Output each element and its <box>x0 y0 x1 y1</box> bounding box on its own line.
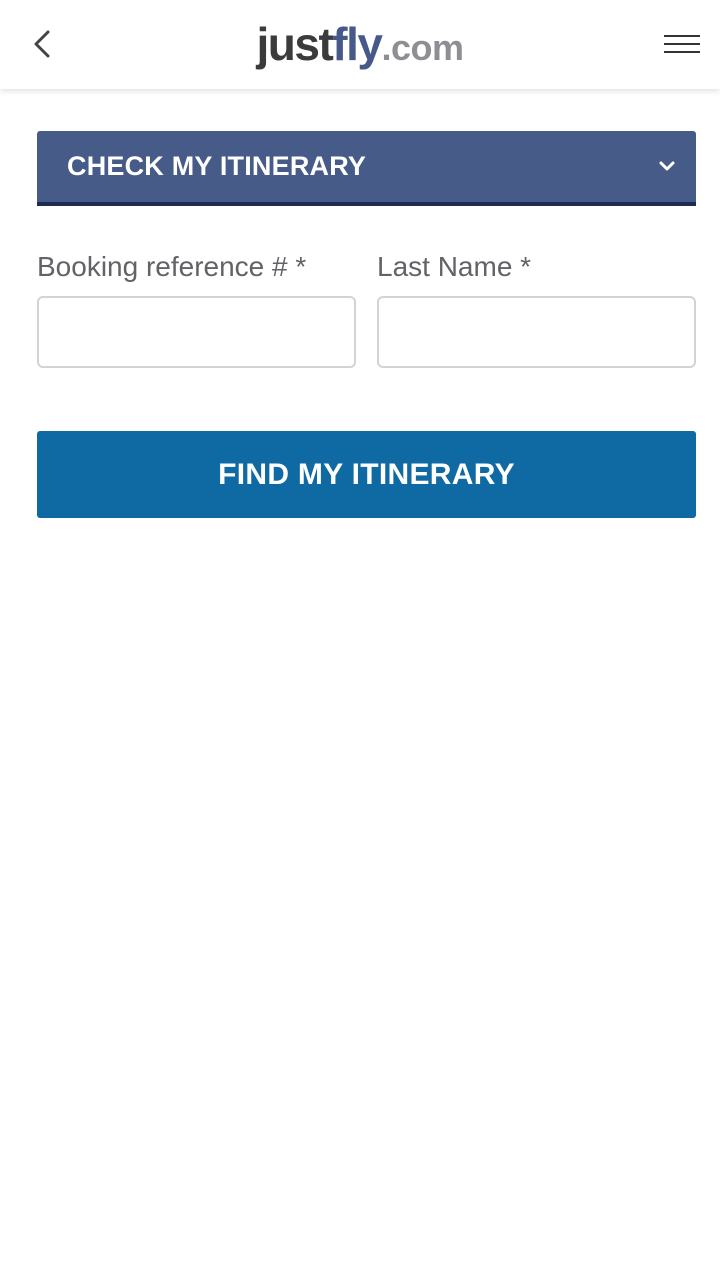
menu-button[interactable] <box>662 28 702 60</box>
last-name-label: Last Name * <box>377 251 532 282</box>
hamburger-menu-icon <box>662 28 702 60</box>
logo-just: just <box>256 18 334 70</box>
booking-reference-input[interactable] <box>37 296 356 368</box>
app-header: justfly.com <box>0 0 720 89</box>
logo-dotcom: .com <box>381 27 464 68</box>
dropdown-label: CHECK MY ITINERARY <box>67 151 367 181</box>
justfly-logo[interactable]: justfly.com <box>0 14 720 78</box>
check-itinerary-dropdown[interactable]: CHECK MY ITINERARY <box>37 131 696 206</box>
logo-fly: fly <box>332 18 383 70</box>
booking-reference-label: Booking reference # * <box>37 251 307 282</box>
find-itinerary-button[interactable]: FIND MY ITINERARY <box>37 431 696 518</box>
chevron-down-icon <box>659 161 675 171</box>
last-name-input[interactable] <box>377 296 696 368</box>
